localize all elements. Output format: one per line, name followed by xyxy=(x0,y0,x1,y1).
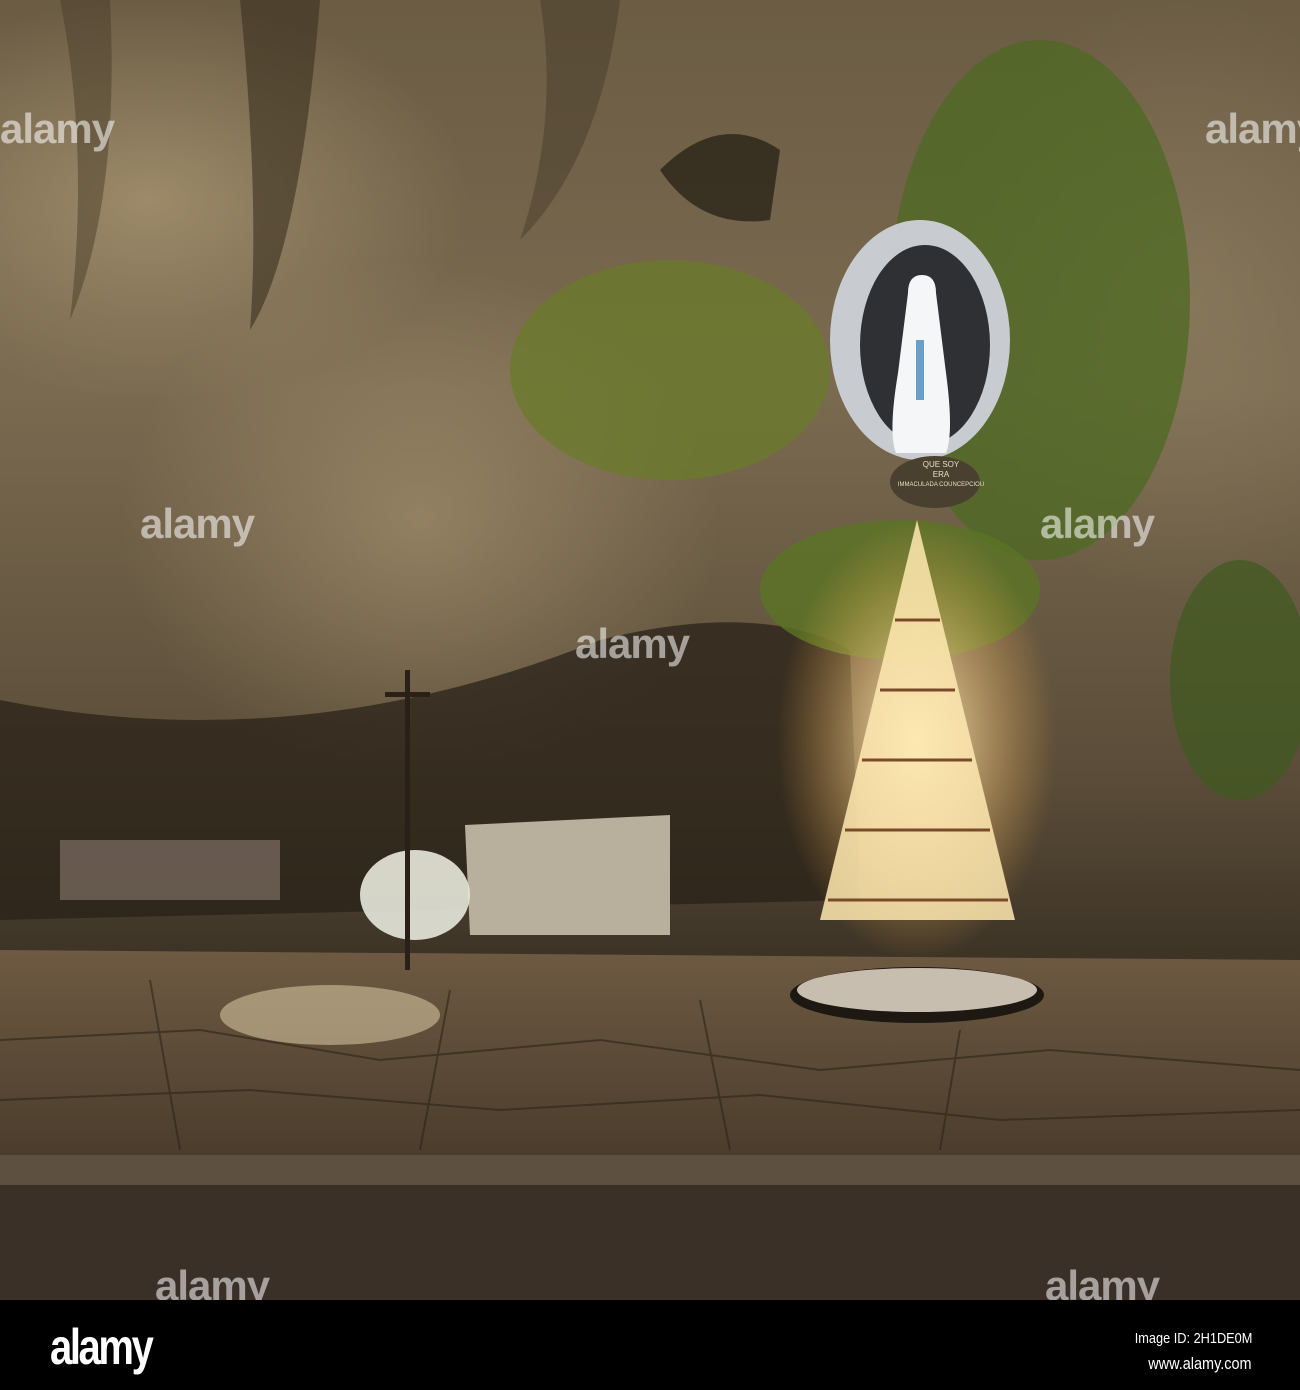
crucifix xyxy=(405,670,410,970)
image-id: Image ID: 2H1DE0M xyxy=(1134,1330,1252,1347)
rock-streak xyxy=(60,0,112,320)
grotto-photo: QUE SOY ERA IMMACULADA COUNCEPCIOU alamy… xyxy=(0,0,1300,1300)
watermark: alamy xyxy=(140,500,255,547)
rock-streak xyxy=(520,0,620,240)
statue-inscription: QUE SOY ERA IMMACULADA COUNCEPCIOU xyxy=(896,460,986,490)
watermark: alamy xyxy=(155,1262,270,1300)
ivy xyxy=(1170,560,1300,800)
site-url: www.alamy.com xyxy=(1148,1354,1252,1373)
watermark: alamy xyxy=(1040,500,1155,547)
rock-streak xyxy=(240,0,320,330)
upper-niche xyxy=(660,134,780,222)
alamy-logo: alamy xyxy=(50,1319,154,1375)
inscription-line: ERA xyxy=(932,470,950,479)
inscription-line: IMMACULADA COUNCEPCIOU xyxy=(897,482,985,488)
flowers-offerings xyxy=(60,840,280,900)
altar xyxy=(465,815,670,935)
watermark: alamy xyxy=(1045,1262,1160,1300)
watermark: alamy xyxy=(0,105,115,152)
stock-photo: QUE SOY ERA IMMACULADA COUNCEPCIOU alamy… xyxy=(0,0,1300,1390)
watermark: alamy xyxy=(1205,105,1300,152)
flower-arrangement xyxy=(360,850,470,940)
footer-bar: alamy Image ID: 2H1DE0M www.alamy.com xyxy=(0,1300,1300,1390)
inscription-line: QUE SOY xyxy=(922,460,960,469)
ivy xyxy=(510,260,830,480)
watermark: alamy xyxy=(575,620,690,667)
curb xyxy=(0,1155,1300,1185)
